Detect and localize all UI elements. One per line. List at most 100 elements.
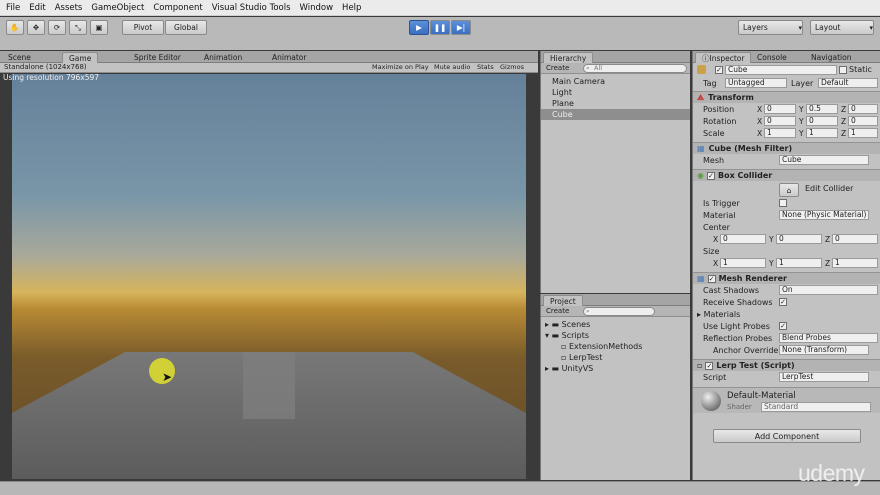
lerp-test-checkbox[interactable]: ✓ xyxy=(705,361,714,370)
menu-window[interactable]: Window xyxy=(300,3,334,13)
pause-button[interactable]: ❚❚ xyxy=(430,20,450,35)
material-sphere-icon xyxy=(701,391,721,411)
mesh-renderer-header[interactable]: ▦ ✓ Mesh Renderer xyxy=(693,272,880,284)
object-active-checkbox[interactable]: ✓ xyxy=(715,66,723,74)
add-component-button[interactable]: Add Component xyxy=(713,429,861,443)
rotate-tool-button[interactable]: ⟳ xyxy=(48,20,66,35)
tab-sprite-editor[interactable]: Sprite Editor xyxy=(128,52,187,63)
project-item-scripts[interactable]: ▾ ▬ Scripts xyxy=(541,330,690,341)
hand-tool-button[interactable]: ✋ xyxy=(6,20,24,35)
tab-inspector[interactable]: ⓘ Inspector xyxy=(695,52,752,63)
layers-dropdown[interactable]: Layers xyxy=(738,20,803,35)
rect-tool-button[interactable]: ▣ xyxy=(90,20,108,35)
step-button[interactable]: ▶| xyxy=(451,20,471,35)
rotation-x-field[interactable]: 0 xyxy=(764,116,796,126)
menu-help[interactable]: Help xyxy=(342,3,361,13)
rotation-z-field[interactable]: 0 xyxy=(848,116,878,126)
hierarchy-create-dropdown[interactable]: Create xyxy=(546,64,569,72)
transform-header[interactable]: ⟁ Transform xyxy=(693,91,880,103)
tab-navigation[interactable]: Navigation xyxy=(805,52,857,63)
is-trigger-checkbox[interactable] xyxy=(779,199,787,207)
object-name-field[interactable]: Cube xyxy=(725,65,837,75)
hierarchy-item-cube[interactable]: Cube xyxy=(541,109,690,120)
anchor-override-field[interactable]: None (Transform) xyxy=(779,345,869,355)
gizmos-dropdown[interactable]: Gizmos xyxy=(500,63,524,71)
project-item-label: Scripts xyxy=(561,331,590,340)
light-probes-checkbox[interactable]: ✓ xyxy=(779,322,787,330)
project-item-unityvs[interactable]: ▸ ▬ UnityVS xyxy=(541,363,690,374)
menu-assets[interactable]: Assets xyxy=(55,3,83,13)
project-item-extensionmethods[interactable]: ▫ ExtensionMethods xyxy=(541,341,690,352)
menu-gameobject[interactable]: GameObject xyxy=(91,3,144,13)
tab-hierarchy[interactable]: Hierarchy xyxy=(543,52,594,63)
menu-file[interactable]: File xyxy=(6,3,20,13)
static-checkbox[interactable] xyxy=(839,66,847,74)
scale-x-field[interactable]: 1 xyxy=(764,128,796,138)
tab-animator[interactable]: Animator xyxy=(266,52,312,63)
mute-audio-toggle[interactable]: Mute audio xyxy=(434,63,470,71)
center-z-field[interactable]: 0 xyxy=(832,234,878,244)
rotation-y-field[interactable]: 0 xyxy=(806,116,838,126)
collider-material-field[interactable]: None (Physic Material) xyxy=(779,210,869,220)
position-x-field[interactable]: 0 xyxy=(764,104,796,114)
center-x-field[interactable]: 0 xyxy=(720,234,766,244)
project-item-lerptest[interactable]: ▫ LerpTest xyxy=(541,352,690,363)
tag-dropdown[interactable]: Untagged xyxy=(725,78,787,88)
size-z-field[interactable]: 1 xyxy=(832,258,878,268)
hierarchy-item-plane[interactable]: Plane xyxy=(541,98,690,109)
position-z-field[interactable]: 0 xyxy=(848,104,878,114)
pivot-toggle[interactable]: Pivot xyxy=(122,20,164,35)
play-button[interactable]: ▶ xyxy=(409,20,429,35)
layer-dropdown[interactable]: Default xyxy=(818,78,878,88)
hierarchy-search-input[interactable]: ⌕ All xyxy=(583,64,687,73)
mesh-filter-header[interactable]: ▦ Cube (Mesh Filter) xyxy=(693,142,880,154)
scale-y-field[interactable]: 1 xyxy=(806,128,838,138)
edit-collider-button[interactable]: ⌂ xyxy=(779,183,799,197)
tab-project[interactable]: Project xyxy=(543,295,583,306)
maximize-on-play-toggle[interactable]: Maximize on Play xyxy=(372,63,429,71)
script-field[interactable]: LerpTest xyxy=(779,372,869,382)
layout-dropdown[interactable]: Layout xyxy=(810,20,874,35)
tag-layer-row: Tag Untagged Layer Default xyxy=(693,77,880,89)
tab-scene[interactable]: Scene xyxy=(2,52,37,63)
menu-vs-tools[interactable]: Visual Studio Tools xyxy=(212,3,291,13)
center-y-field[interactable]: 0 xyxy=(776,234,822,244)
menu-component[interactable]: Component xyxy=(153,3,202,13)
receive-shadows-checkbox[interactable]: ✓ xyxy=(779,298,787,306)
menu-edit[interactable]: Edit xyxy=(29,3,45,13)
transform-icon: ⟁ xyxy=(697,92,705,102)
mesh-renderer-checkbox[interactable]: ✓ xyxy=(707,274,716,283)
hierarchy-item-light[interactable]: Light xyxy=(541,87,690,98)
project-item-scenes[interactable]: ▸ ▬ Scenes xyxy=(541,319,690,330)
hierarchy-panel: Hierarchy Create ⌕ All Main Camera Light … xyxy=(540,51,690,293)
tab-console[interactable]: Console xyxy=(751,52,793,63)
hierarchy-item-main-camera[interactable]: Main Camera xyxy=(541,76,690,87)
reflection-probes-dropdown[interactable]: Blend Probes xyxy=(779,333,878,343)
project-create-dropdown[interactable]: Create xyxy=(546,307,569,315)
size-x-field[interactable]: 1 xyxy=(720,258,766,268)
stats-toggle[interactable]: Stats xyxy=(477,63,494,71)
shader-dropdown[interactable]: Standard xyxy=(761,402,871,412)
tab-game[interactable]: Game xyxy=(62,52,99,63)
material-preview[interactable]: Default-Material Shader Standard xyxy=(693,387,880,413)
scale-tool-button[interactable]: ⤡ xyxy=(69,20,87,35)
lerp-test-header[interactable]: ▫ ✓ Lerp Test (Script) xyxy=(693,359,880,371)
size-y-field[interactable]: 1 xyxy=(776,258,822,268)
box-collider-checkbox[interactable]: ✓ xyxy=(706,171,715,180)
tab-animation[interactable]: Animation xyxy=(198,52,248,63)
project-search-input[interactable]: ⌕ xyxy=(583,307,655,316)
using-resolution-text: Using resolution 796x597 xyxy=(3,73,100,82)
game-toolbar: Standalone (1024x768) Maximize on Play M… xyxy=(0,63,538,73)
mesh-field[interactable]: Cube xyxy=(779,155,869,165)
position-y-field[interactable]: 0.5 xyxy=(806,104,838,114)
box-collider-header[interactable]: ◉ ✓ Box Collider xyxy=(693,169,880,181)
resolution-dropdown[interactable]: Standalone (1024x768) xyxy=(4,63,87,71)
cast-shadows-dropdown[interactable]: On xyxy=(779,285,878,295)
materials-row[interactable]: ▸ Materials xyxy=(693,308,880,320)
global-toggle[interactable]: Global xyxy=(165,20,207,35)
x-label: X xyxy=(757,104,763,114)
z-label: Z xyxy=(841,128,847,138)
move-tool-button[interactable]: ✥ xyxy=(27,20,45,35)
game-viewport[interactable]: ➤ xyxy=(12,74,526,479)
scale-z-field[interactable]: 1 xyxy=(848,128,878,138)
